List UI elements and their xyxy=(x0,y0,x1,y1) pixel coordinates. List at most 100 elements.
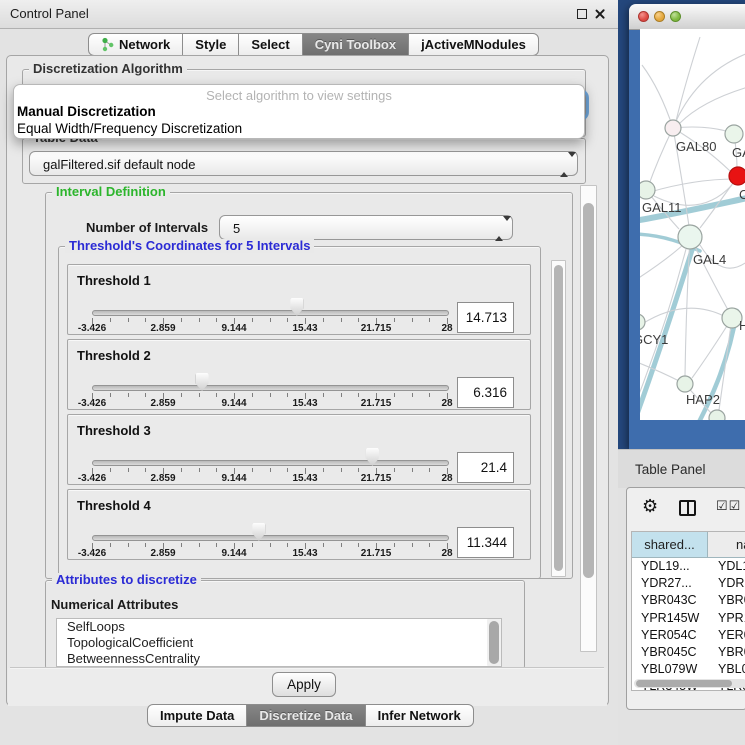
node-label: GCY1 xyxy=(640,332,668,347)
checkbox-icon[interactable]: ☑☑ xyxy=(716,498,741,514)
network-edge[interactable] xyxy=(676,37,700,121)
tab-infer-network[interactable]: Infer Network xyxy=(365,704,474,727)
threshold-row-3: Threshold 3-3.4262.8599.14415.4321.71528… xyxy=(67,414,531,485)
tab-style[interactable]: Style xyxy=(182,33,239,56)
thresholds-title: Threshold's Coordinates for 5 Intervals xyxy=(65,239,314,253)
table-row[interactable]: YDR27...YDR2 xyxy=(632,575,745,592)
attribute-list-item[interactable]: SelfLoops xyxy=(57,619,501,635)
tab-network[interactable]: Network xyxy=(88,33,183,56)
table-row[interactable]: YER054CYER0 xyxy=(632,627,745,644)
network-edge[interactable] xyxy=(692,318,732,378)
network-edge[interactable] xyxy=(648,128,673,187)
slider-tick xyxy=(145,393,146,397)
attribute-list-item[interactable]: TopologicalCoefficient xyxy=(57,635,501,651)
interval-definition-title: Interval Definition xyxy=(52,185,170,199)
bottom-node[interactable] xyxy=(709,410,725,420)
cell-name: YDL1 xyxy=(708,558,745,575)
cell-shared-name: YPR145W xyxy=(632,610,708,627)
threshold-value-field[interactable]: 21.4 xyxy=(457,452,514,483)
table-data-combobox[interactable]: galFiltered.sif default node xyxy=(29,151,578,176)
tab-discretize-data[interactable]: Discretize Data xyxy=(246,704,365,727)
table-row[interactable]: YBR043CYBR0 xyxy=(632,592,745,609)
threshold-value-field[interactable]: 6.316 xyxy=(457,377,514,408)
numerical-attributes-list[interactable]: SelfLoopsTopologicalCoefficientBetweenne… xyxy=(56,618,502,667)
slider-tick xyxy=(216,468,217,472)
cell-name: YER0 xyxy=(708,627,745,644)
app-root: Control Panel NetworkStyleSelectCyni Too… xyxy=(0,0,745,745)
slider-tick xyxy=(394,318,395,322)
slider-tick-label: 15.43 xyxy=(292,323,317,334)
attributes-list-scrollbar[interactable] xyxy=(487,619,501,666)
table-row[interactable]: YDL19...YDL1 xyxy=(632,558,745,575)
gear-icon[interactable]: ⚙ xyxy=(642,496,658,517)
close-light[interactable] xyxy=(638,11,649,22)
slider-tick xyxy=(110,393,111,397)
table-hscrollbar[interactable] xyxy=(634,679,745,688)
threshold-slider-track[interactable] xyxy=(92,535,449,541)
network-canvas[interactable]: GAL80GACGAL11GAL4GCY1HHAP2 xyxy=(640,29,745,420)
red-node[interactable] xyxy=(729,167,745,185)
slider-tick-label: 2.859 xyxy=(150,398,175,409)
slider-tick xyxy=(394,543,395,547)
tab-jactivemnodules[interactable]: jActiveMNodules xyxy=(408,33,539,56)
slider-tick xyxy=(199,468,200,472)
gal80-node[interactable] xyxy=(665,120,681,136)
close-icon[interactable] xyxy=(594,8,606,20)
node-table[interactable]: shared... na YDL19...YDL1YDR27...YDR2YBR… xyxy=(631,531,745,691)
network-edge[interactable] xyxy=(650,179,735,192)
top-tab-bar: NetworkStyleSelectCyni ToolboxjActiveMNo… xyxy=(88,33,539,56)
gal11-node[interactable] xyxy=(640,181,655,199)
tab-select[interactable]: Select xyxy=(238,33,302,56)
cell-name: YBR0 xyxy=(708,592,745,609)
slider-tick-label: -3.426 xyxy=(78,398,106,409)
thresholds-scrollbar[interactable] xyxy=(551,260,566,577)
slider-tick-label: 9.144 xyxy=(221,548,246,559)
threshold-slider-track[interactable] xyxy=(92,310,449,316)
slider-tick xyxy=(270,468,271,472)
hap2-node[interactable] xyxy=(677,376,693,392)
attribute-list-item[interactable]: BetweennessCentrality xyxy=(57,651,501,667)
top-right-node[interactable] xyxy=(725,125,743,143)
threshold-slider-track[interactable] xyxy=(92,460,449,466)
column-header-shared-name[interactable]: shared... xyxy=(632,532,708,557)
cell-name: YDR2 xyxy=(708,575,745,592)
zoom-light[interactable] xyxy=(670,11,681,22)
split-columns-icon[interactable] xyxy=(679,500,696,516)
minimize-light[interactable] xyxy=(654,11,665,22)
dropdown-item-manual-discretization[interactable]: Manual Discretization xyxy=(17,104,156,119)
threshold-label: Threshold 1 xyxy=(77,273,151,288)
float-icon[interactable] xyxy=(577,9,587,19)
network-edge[interactable] xyxy=(642,308,724,324)
threshold-value-field[interactable]: 11.344 xyxy=(457,527,514,558)
slider-tick xyxy=(429,468,430,472)
network-edge[interactable] xyxy=(680,87,745,123)
tab-cyni-toolbox[interactable]: Cyni Toolbox xyxy=(302,33,409,56)
network-edge[interactable] xyxy=(719,318,732,410)
threshold-value-field[interactable]: 14.713 xyxy=(457,302,514,333)
thresholds-group: Threshold's Coordinates for 5 Intervals … xyxy=(58,246,541,579)
slider-tick-label: 21.715 xyxy=(361,398,392,409)
threshold-slider-track[interactable] xyxy=(92,385,449,391)
table-panel-titlebar: Table Panel xyxy=(618,449,745,488)
bottom-tab-bar: Impute DataDiscretize DataInfer Network xyxy=(147,704,474,727)
table-row[interactable]: YBL079WYBL0 xyxy=(632,661,745,678)
gal4-node[interactable] xyxy=(678,225,702,249)
slider-tick xyxy=(323,393,324,397)
apply-button[interactable]: Apply xyxy=(272,672,336,697)
table-row[interactable]: YPR145WYPR1 xyxy=(632,610,745,627)
tab-impute-data[interactable]: Impute Data xyxy=(147,704,247,727)
network-window-titlebar[interactable] xyxy=(629,4,745,30)
table-row[interactable]: YBR045CYBR0 xyxy=(632,644,745,661)
network-graph[interactable]: GAL80GACGAL11GAL4GCY1HHAP2 xyxy=(640,29,745,420)
num-intervals-combobox[interactable]: 5 xyxy=(219,215,513,240)
gcy1-node[interactable] xyxy=(640,314,645,330)
network-edge[interactable] xyxy=(642,65,673,128)
column-header-name[interactable]: na xyxy=(708,532,745,557)
panel-title: Control Panel xyxy=(10,6,89,21)
dropdown-item-equal-width-frequency[interactable]: Equal Width/Frequency Discretization xyxy=(17,121,242,136)
network-view-window[interactable]: GAL80GACGAL11GAL4GCY1HHAP2 xyxy=(629,4,745,449)
slider-tick xyxy=(429,318,430,322)
control-panel: Control Panel NetworkStyleSelectCyni Too… xyxy=(0,0,618,745)
panel-scrollbar[interactable] xyxy=(580,185,597,652)
slider-tick xyxy=(341,393,342,397)
